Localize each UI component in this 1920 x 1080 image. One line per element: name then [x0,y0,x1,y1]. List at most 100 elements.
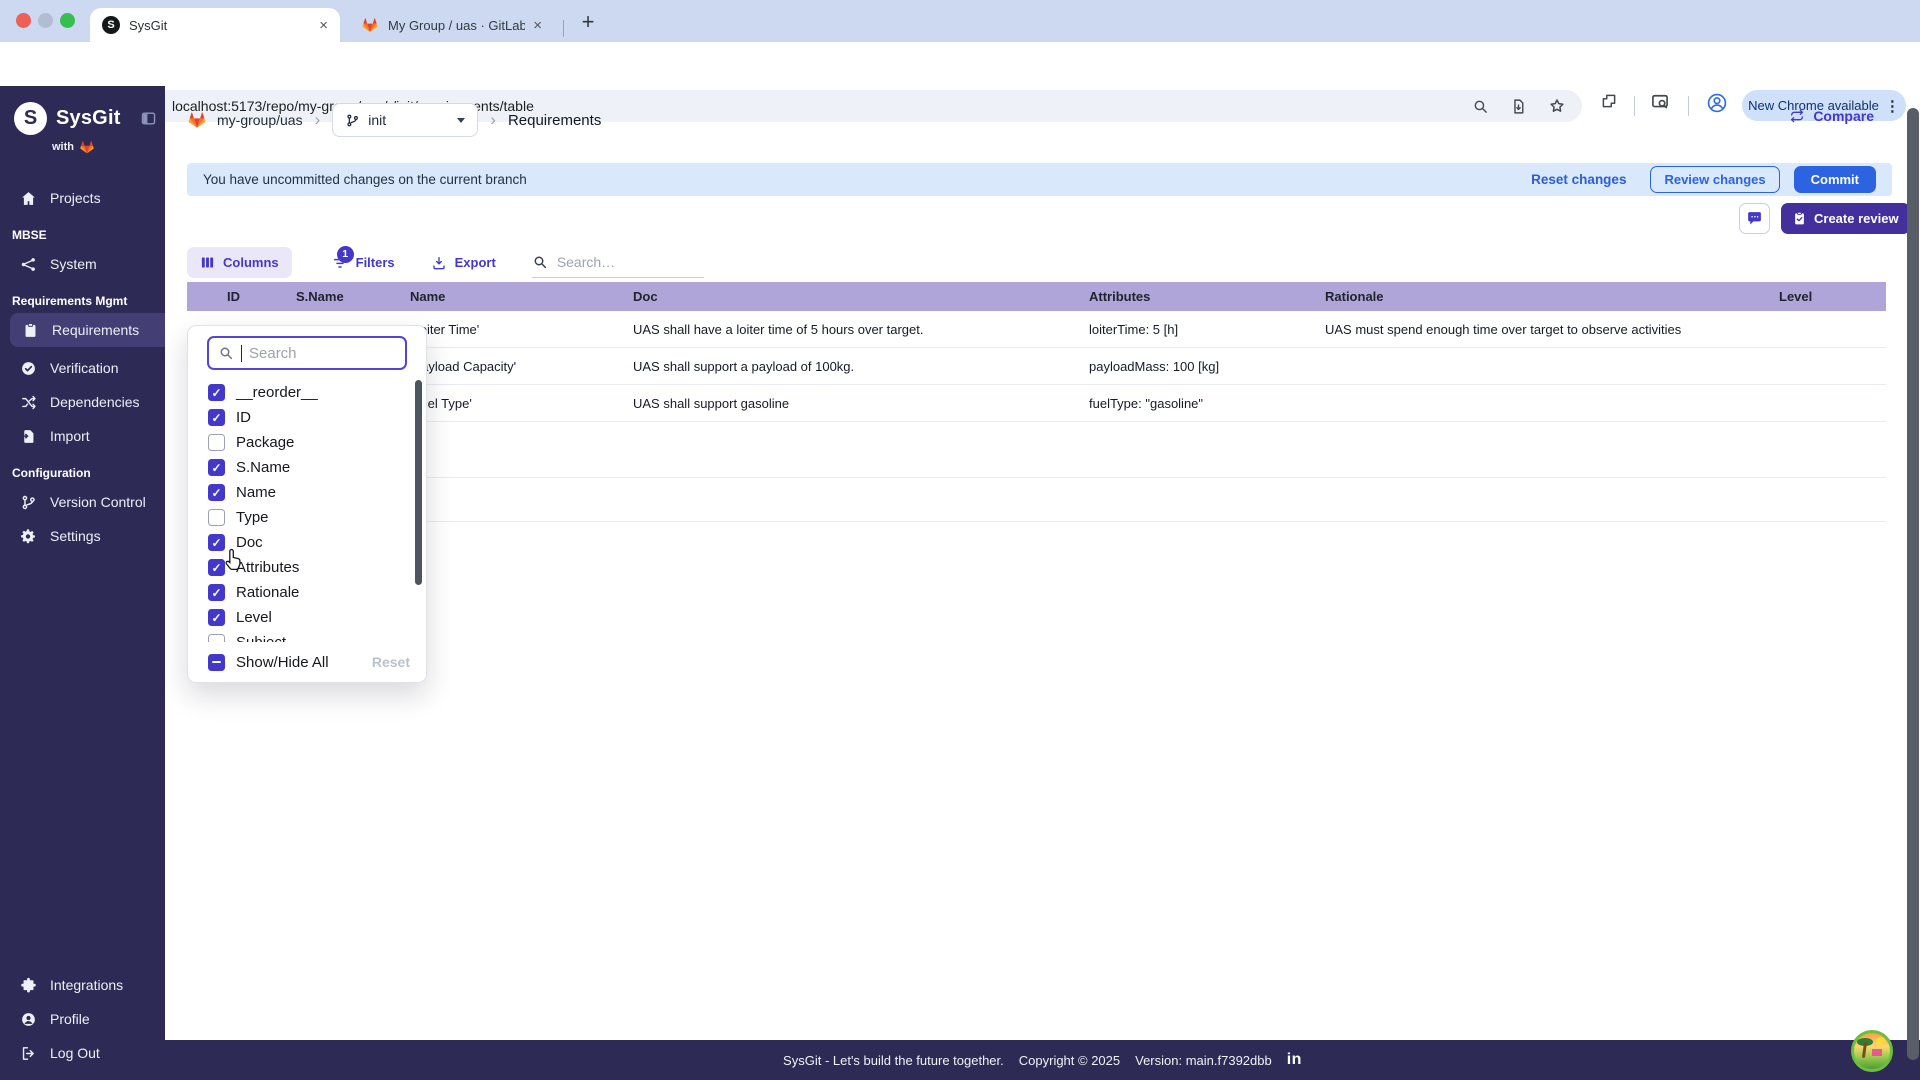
checkbox[interactable] [208,559,225,576]
checkbox[interactable] [208,584,225,601]
fullscreen-window-button[interactable] [60,13,75,28]
sidebar-item-requirements[interactable]: Requirements [10,313,165,347]
save-page-icon[interactable] [1510,98,1527,115]
puzzle-icon [20,977,37,994]
sidebar-item-verification[interactable]: Verification [0,351,165,385]
linkedin-icon[interactable]: in [1287,1051,1302,1069]
clipboard-icon [22,322,39,339]
column-option-id[interactable]: ID [188,405,426,430]
sidebar-item-system[interactable]: System [0,247,165,281]
sidebar-item-projects[interactable]: Projects [0,181,165,215]
show-hide-all-checkbox[interactable] [208,653,225,671]
sidebar-item-label: Projects [50,190,101,206]
sidebar-item-logout[interactable]: Log Out [0,1036,165,1070]
column-option-type[interactable]: Type [188,505,426,530]
sidebar-item-label: System [50,256,97,272]
column-option-name[interactable]: Name [188,480,426,505]
zoom-icon[interactable] [1472,98,1489,115]
table-row[interactable]: 'Loiter Time' UAS shall have a loiter ti… [187,311,1886,348]
sidebar-item-integrations[interactable]: Integrations [0,968,165,1002]
dropdown-search-input[interactable] [249,344,389,362]
with-label: with [52,141,74,153]
column-option-subject[interactable]: Subject [188,630,426,642]
column-header-attributes[interactable]: Attributes [1070,289,1310,304]
sidebar-item-label: Profile [50,1011,90,1027]
sidebar-item-settings[interactable]: Settings [0,519,165,553]
column-option-package[interactable]: Package [188,430,426,455]
banner-message: You have uncommitted changes on the curr… [203,172,527,187]
comments-button[interactable] [1739,203,1770,234]
sidebar-item-import[interactable]: Import [0,419,165,453]
cell-doc: UAS shall have a loiter time of 5 hours … [633,321,924,337]
sysgit-favicon: S [102,16,120,34]
search-input[interactable] [556,254,687,270]
close-window-button[interactable] [16,13,31,28]
column-option-sname[interactable]: S.Name [188,455,426,480]
reset-changes-link[interactable]: Reset changes [1531,172,1626,187]
column-header-id[interactable]: ID [187,289,280,304]
bookmark-star-icon[interactable] [1548,97,1566,115]
export-button[interactable]: Export [431,255,496,271]
column-header-level[interactable]: Level [1760,289,1886,304]
page-scrollbar[interactable] [1907,108,1919,1060]
column-header-doc[interactable]: Doc [610,289,1070,304]
checkbox[interactable] [208,434,225,451]
browser-menu-icon[interactable]: ⋮ [1885,97,1900,115]
search-tabs-icon[interactable] [1650,92,1670,112]
checkbox[interactable] [208,609,225,626]
checkbox[interactable] [208,459,225,476]
checkbox[interactable] [208,384,225,401]
island-widget-icon[interactable] [1851,1030,1893,1072]
profile-avatar-icon[interactable] [1706,92,1728,114]
column-option-level[interactable]: Level [188,605,426,630]
extensions-icon[interactable] [1600,92,1618,110]
table-row[interactable]: 'Fuel Type' UAS shall support gasoline f… [187,385,1886,422]
table-row[interactable]: 'Payload Capacity' UAS shall support a p… [187,348,1886,385]
checkbox[interactable] [208,534,225,551]
reset-columns-button[interactable]: Reset [372,654,410,670]
tab-title: My Group / uas · GitLab [388,17,526,33]
commit-button[interactable]: Commit [1793,166,1876,193]
close-tab-icon[interactable]: × [533,17,542,34]
check-circle-icon [20,360,37,377]
minimize-window-button[interactable] [38,13,53,28]
checkbox[interactable] [208,484,225,501]
sidebar-section-configuration: Configuration [12,466,91,480]
review-changes-button[interactable]: Review changes [1650,166,1780,193]
app-title: SysGit [56,107,121,129]
tab-gitlab[interactable]: My Group / uas · GitLab × [349,8,554,42]
collapse-sidebar-icon[interactable] [140,110,157,127]
column-header-sname[interactable]: S.Name [280,289,390,304]
filters-button[interactable]: 1 Filters [332,245,395,271]
chevron-right-icon: › [314,110,321,129]
checkbox[interactable] [208,509,225,526]
table-search[interactable] [531,247,704,278]
shuffle-icon [20,394,37,411]
column-header-name[interactable]: Name [390,289,610,304]
column-option-label: Package [236,434,295,451]
new-tab-button[interactable]: + [574,9,602,37]
sidebar-item-dependencies[interactable]: Dependencies [0,385,165,419]
import-icon [20,428,37,445]
sidebar-item-profile[interactable]: Profile [0,1002,165,1036]
branch-selector[interactable]: init [332,103,479,137]
close-tab-icon[interactable]: × [319,17,328,34]
column-header-rationale[interactable]: Rationale [1310,289,1760,304]
tab-sysgit[interactable]: S SysGit × [90,8,340,42]
sidebar-item-version-control[interactable]: Version Control [0,485,165,519]
dropdown-scrollbar[interactable] [415,380,422,585]
dropdown-search[interactable] [207,336,407,370]
column-option-reorder[interactable]: __reorder__ [188,380,426,405]
sidebar-item-label: Integrations [50,977,124,993]
app-footer: SysGit - Let's build the future together… [165,1040,1920,1080]
compare-button[interactable]: Compare [1789,108,1874,124]
checkbox[interactable] [208,409,225,426]
checkbox[interactable] [208,634,225,642]
show-hide-all-label: Show/Hide All [236,653,329,671]
columns-button[interactable]: Columns [187,247,292,278]
create-review-button[interactable]: Create review [1781,203,1910,234]
tab-separator [563,20,564,37]
column-option-rationale[interactable]: Rationale [188,580,426,605]
breadcrumb-project[interactable]: my-group/uas [217,112,303,128]
filters-count-badge: 1 [336,245,354,263]
